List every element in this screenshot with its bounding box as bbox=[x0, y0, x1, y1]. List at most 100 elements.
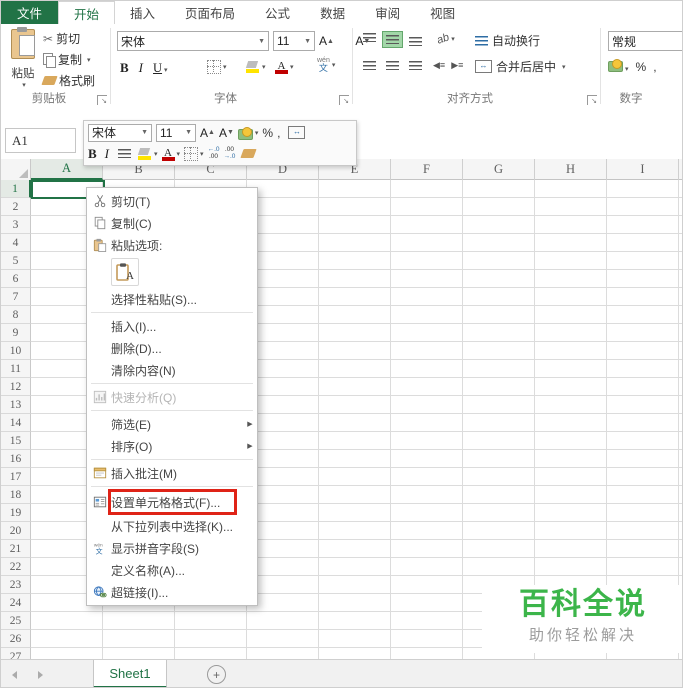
sheet-tab-sheet1[interactable]: Sheet1 bbox=[93, 660, 167, 687]
tab-formulas[interactable]: 公式 bbox=[250, 1, 305, 24]
font-name-combo[interactable]: 宋体 ▼ bbox=[117, 31, 269, 51]
cell-f15[interactable] bbox=[391, 432, 463, 450]
cell-f14[interactable] bbox=[391, 414, 463, 432]
prev-sheet-button[interactable] bbox=[1, 660, 27, 687]
context-menu-item[interactable]: 清除内容(N) bbox=[87, 359, 257, 381]
cell-f1[interactable] bbox=[391, 180, 463, 198]
context-menu-item[interactable]: 复制(C) bbox=[87, 212, 257, 234]
alignment-dialog-launcher-icon[interactable]: ↘ bbox=[587, 95, 597, 105]
cell-i3[interactable] bbox=[607, 216, 679, 234]
cell-h1[interactable] bbox=[535, 180, 607, 198]
align-right-button[interactable] bbox=[405, 57, 426, 74]
cell-e9[interactable] bbox=[319, 324, 391, 342]
font-size-combo[interactable]: 11 ▼ bbox=[273, 31, 315, 51]
name-box[interactable]: A1 bbox=[5, 128, 76, 153]
cell-i2[interactable] bbox=[607, 198, 679, 216]
cell-e12[interactable] bbox=[319, 378, 391, 396]
cell-i1[interactable] bbox=[607, 180, 679, 198]
cell-h7[interactable] bbox=[535, 288, 607, 306]
row-header-7[interactable]: 7 bbox=[1, 288, 31, 306]
cell-e22[interactable] bbox=[319, 558, 391, 576]
cell-i11[interactable] bbox=[607, 360, 679, 378]
cell-c26[interactable] bbox=[175, 630, 247, 648]
cell-e17[interactable] bbox=[319, 468, 391, 486]
cell-g2[interactable] bbox=[463, 198, 535, 216]
cell-h22[interactable] bbox=[535, 558, 607, 576]
cell-e16[interactable] bbox=[319, 450, 391, 468]
cell-h21[interactable] bbox=[535, 540, 607, 558]
cell-h2[interactable] bbox=[535, 198, 607, 216]
context-menu-item[interactable]: 筛选(E) ▶ bbox=[87, 413, 257, 435]
tab-file[interactable]: 文件 bbox=[1, 1, 58, 24]
cell-e15[interactable] bbox=[319, 432, 391, 450]
row-header-20[interactable]: 20 bbox=[1, 522, 31, 540]
mini-font-size-combo[interactable]: 11 ▼ bbox=[156, 123, 196, 142]
cell-h5[interactable] bbox=[535, 252, 607, 270]
context-menu-item[interactable]: 排序(O) ▶ bbox=[87, 435, 257, 457]
cell-e11[interactable] bbox=[319, 360, 391, 378]
cell-h20[interactable] bbox=[535, 522, 607, 540]
cell-g14[interactable] bbox=[463, 414, 535, 432]
cell-c25[interactable] bbox=[175, 612, 247, 630]
row-header-24[interactable]: 24 bbox=[1, 594, 31, 612]
cell-e21[interactable] bbox=[319, 540, 391, 558]
cell-i13[interactable] bbox=[607, 396, 679, 414]
cell-i6[interactable] bbox=[607, 270, 679, 288]
cell-f16[interactable] bbox=[391, 450, 463, 468]
cell-g8[interactable] bbox=[463, 306, 535, 324]
cell-a27[interactable] bbox=[31, 648, 103, 659]
row-header-1[interactable]: 1 bbox=[1, 180, 31, 198]
number-format-combo[interactable]: 常规 bbox=[608, 31, 682, 51]
italic-button[interactable]: I bbox=[139, 60, 143, 76]
tab-review[interactable]: 审阅 bbox=[360, 1, 415, 24]
copy-button[interactable]: 复制 ▾ bbox=[43, 51, 91, 68]
mini-italic-button[interactable]: I bbox=[105, 146, 109, 162]
cell-f22[interactable] bbox=[391, 558, 463, 576]
tab-page-layout[interactable]: 页面布局 bbox=[170, 1, 250, 24]
cell-i7[interactable] bbox=[607, 288, 679, 306]
row-header-26[interactable]: 26 bbox=[1, 630, 31, 648]
tab-home[interactable]: 开始 bbox=[58, 1, 116, 25]
row-header-4[interactable]: 4 bbox=[1, 234, 31, 252]
cell-h18[interactable] bbox=[535, 486, 607, 504]
cell-b25[interactable] bbox=[103, 612, 175, 630]
context-menu-item[interactable]: 插入批注(M) bbox=[87, 462, 257, 484]
cell-e27[interactable] bbox=[319, 648, 391, 659]
cell-i5[interactable] bbox=[607, 252, 679, 270]
cell-g22[interactable] bbox=[463, 558, 535, 576]
cell-c27[interactable] bbox=[175, 648, 247, 659]
top-align-button[interactable] bbox=[359, 31, 380, 48]
cell-f18[interactable] bbox=[391, 486, 463, 504]
cell-f25[interactable] bbox=[391, 612, 463, 630]
cell-e23[interactable] bbox=[319, 576, 391, 594]
context-menu-item[interactable]: 设置单元格格式(F)... bbox=[87, 489, 257, 515]
cell-g19[interactable] bbox=[463, 504, 535, 522]
cell-f17[interactable] bbox=[391, 468, 463, 486]
cell-i14[interactable] bbox=[607, 414, 679, 432]
cell-f24[interactable] bbox=[391, 594, 463, 612]
cell-i15[interactable] bbox=[607, 432, 679, 450]
grow-font-button[interactable]: A ▲ bbox=[319, 34, 334, 48]
cell-i20[interactable] bbox=[607, 522, 679, 540]
cell-f19[interactable] bbox=[391, 504, 463, 522]
cell-i19[interactable] bbox=[607, 504, 679, 522]
bold-button[interactable]: B bbox=[120, 60, 129, 76]
row-header-21[interactable]: 21 bbox=[1, 540, 31, 558]
mini-accounting-format-button[interactable]: ▾ bbox=[237, 126, 258, 140]
cell-i9[interactable] bbox=[607, 324, 679, 342]
accounting-format-button[interactable]: ▾ bbox=[608, 59, 629, 74]
row-header-15[interactable]: 15 bbox=[1, 432, 31, 450]
cell-h9[interactable] bbox=[535, 324, 607, 342]
context-menu-item[interactable]: 选择性粘贴(S)... bbox=[87, 288, 257, 310]
row-header-17[interactable]: 17 bbox=[1, 468, 31, 486]
row-header-27[interactable]: 27 bbox=[1, 648, 31, 659]
cell-e5[interactable] bbox=[319, 252, 391, 270]
select-all-corner[interactable] bbox=[1, 159, 31, 180]
fill-color-button[interactable]: ▾ bbox=[246, 60, 266, 73]
format-painter-button[interactable]: 格式刷 bbox=[41, 72, 95, 89]
cell-h17[interactable] bbox=[535, 468, 607, 486]
cell-h6[interactable] bbox=[535, 270, 607, 288]
column-header-i[interactable]: I bbox=[607, 159, 679, 180]
cell-g6[interactable] bbox=[463, 270, 535, 288]
context-menu-item[interactable]: 剪切(T) bbox=[87, 190, 257, 212]
